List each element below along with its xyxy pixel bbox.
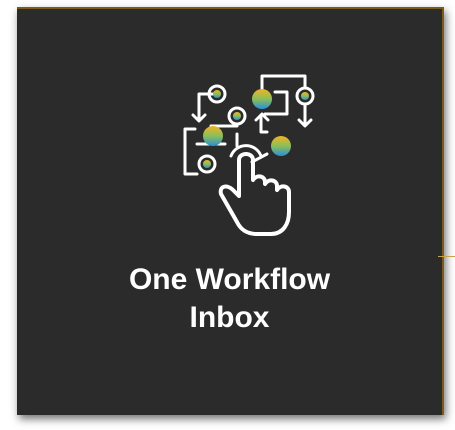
tile-title: One Workflow Inbox [17,261,442,337]
tile-title-line1: One Workflow [128,263,331,296]
tile-title-line2: Inbox [189,301,270,334]
one-workflow-inbox-tile[interactable]: One Workflow Inbox [17,7,444,415]
accent-divider [438,256,455,257]
workflow-touch-icon [157,64,317,244]
